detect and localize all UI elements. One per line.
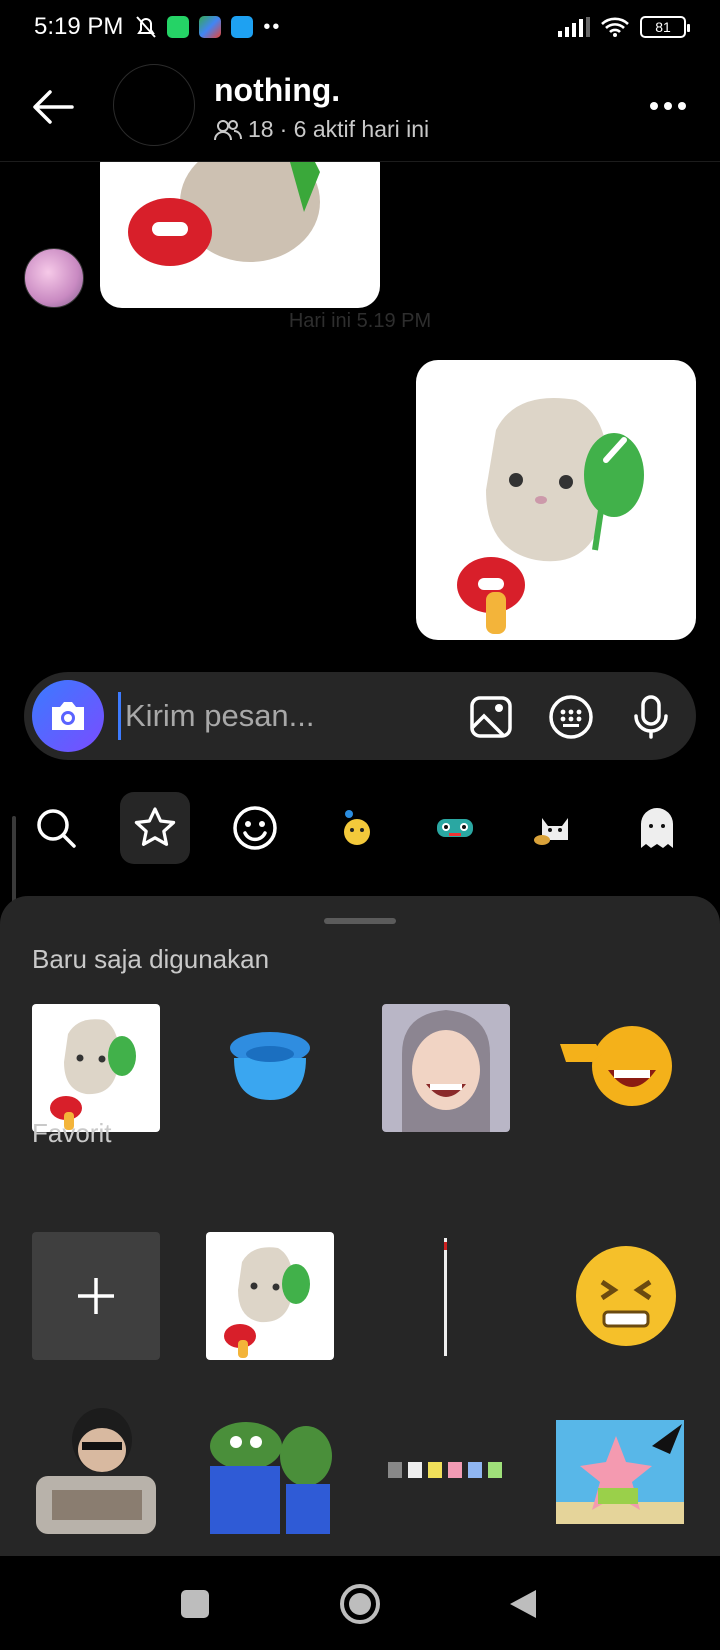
favorite-sticker-guy-glasses[interactable] [32,1406,160,1534]
plus-icon [78,1278,114,1314]
camera-icon [52,702,84,730]
pixel-cats-sticker-image [388,1462,502,1478]
status-time: 5:19 PM [34,13,124,40]
ghost-sticker-icon [641,808,673,848]
message-input[interactable] [118,692,448,740]
cat-balloon-sticker-image [50,1019,136,1130]
group-title[interactable]: nothing. [214,72,340,109]
chat-header: nothing. 18 · 6 aktif hari ini [0,54,720,162]
battery-level: 81 [655,19,671,35]
camera-button[interactable] [32,680,104,752]
smiley-icon [233,806,277,850]
member-count: 18 [248,116,274,142]
wifi-icon [601,17,629,37]
favorite-sticker-cringe-emoji[interactable] [556,1232,684,1360]
outgoing-sticker-message[interactable] [416,360,696,640]
signal-icon [558,17,590,37]
whatsapp-icon [167,16,190,38]
monster-sticker-icon [437,819,473,837]
tab-emoji[interactable] [220,792,290,864]
battery-indicator: 81 [640,16,690,38]
more-notifications-icon: •• [263,15,282,38]
favorite-sticker-thin-line[interactable] [382,1232,510,1360]
patrick-star-sticker-image [556,1420,684,1524]
tab-sticker-pack-ghost[interactable] [622,792,692,864]
sender-avatar[interactable] [24,248,84,308]
sticker-keyboard-icon[interactable] [548,694,594,740]
sticker-tabs [0,792,720,864]
play-store-icon [199,16,222,38]
recent-sticker-laughing-emoji[interactable] [556,1004,684,1132]
incoming-sticker-message[interactable] [100,162,380,308]
cat-sticker-icon [534,818,568,845]
upload-app-icon [231,16,254,38]
blue-blob-sticker-image [230,1032,310,1100]
cat-sticker-image [128,162,320,266]
favorite-sticker-cat-balloon[interactable] [206,1232,334,1360]
star-icon [134,807,176,846]
recent-apps-icon[interactable] [180,1589,210,1619]
search-icon [37,809,76,848]
status-bar: 5:19 PM •• 81 [0,0,720,54]
tab-sticker-pack-cat[interactable] [520,792,590,864]
system-navigation-bar [0,1556,720,1650]
more-options-button[interactable] [650,94,690,118]
cat-sticker-image [457,398,644,634]
favorites-section-title: Favorit [32,1118,112,1148]
gallery-icon[interactable] [468,694,514,740]
recent-section-title: Baru saja digunakan [32,944,270,974]
recent-sticker-laughing-girl[interactable] [382,1004,510,1132]
home-icon[interactable] [339,1583,381,1625]
group-subtitle: 18 · 6 aktif hari ini [214,116,429,143]
active-count: · 6 aktif hari ini [279,116,430,142]
time-divider: Hari ini 5.19 PM [288,310,432,332]
favorite-sticker-pixel-cats[interactable] [382,1406,510,1534]
cat-balloon-sticker-image [224,1247,310,1358]
favorite-sticker-pepe-frogs[interactable] [206,1406,334,1534]
add-favorite-button[interactable] [32,1232,160,1360]
message-composer [24,672,696,760]
back-arrow-icon[interactable] [30,84,76,130]
cringe-emoji-sticker-image [576,1246,676,1346]
tab-sticker-pack-monster[interactable] [420,792,490,864]
favorite-sticker-patrick-star[interactable] [556,1406,684,1534]
microphone-icon[interactable] [628,694,674,740]
members-icon [214,119,242,140]
recent-sticker-cat-balloon[interactable] [32,1004,160,1132]
group-avatar[interactable] [113,64,195,146]
tab-sticker-pack-duck[interactable] [322,792,392,864]
back-nav-icon[interactable] [508,1588,538,1620]
tab-favorites[interactable] [120,792,190,864]
guy-glasses-sticker-image [36,1408,156,1534]
recent-sticker-blue-blob[interactable] [206,1004,334,1132]
tab-search[interactable] [21,792,91,864]
thin-line-sticker-image [444,1238,447,1356]
sticker-sheet: Baru saja digunakan Favorit [0,896,720,1556]
laughing-emoji-sticker-image [560,1026,672,1106]
laughing-girl-sticker-image [402,1010,490,1132]
sheet-drag-handle[interactable] [324,918,396,924]
duck-sticker-icon [344,810,370,845]
mute-bell-icon [136,16,157,38]
message-thread: Hari ini 5.19 PM [0,162,720,662]
pepe-frogs-sticker-image [210,1422,332,1534]
